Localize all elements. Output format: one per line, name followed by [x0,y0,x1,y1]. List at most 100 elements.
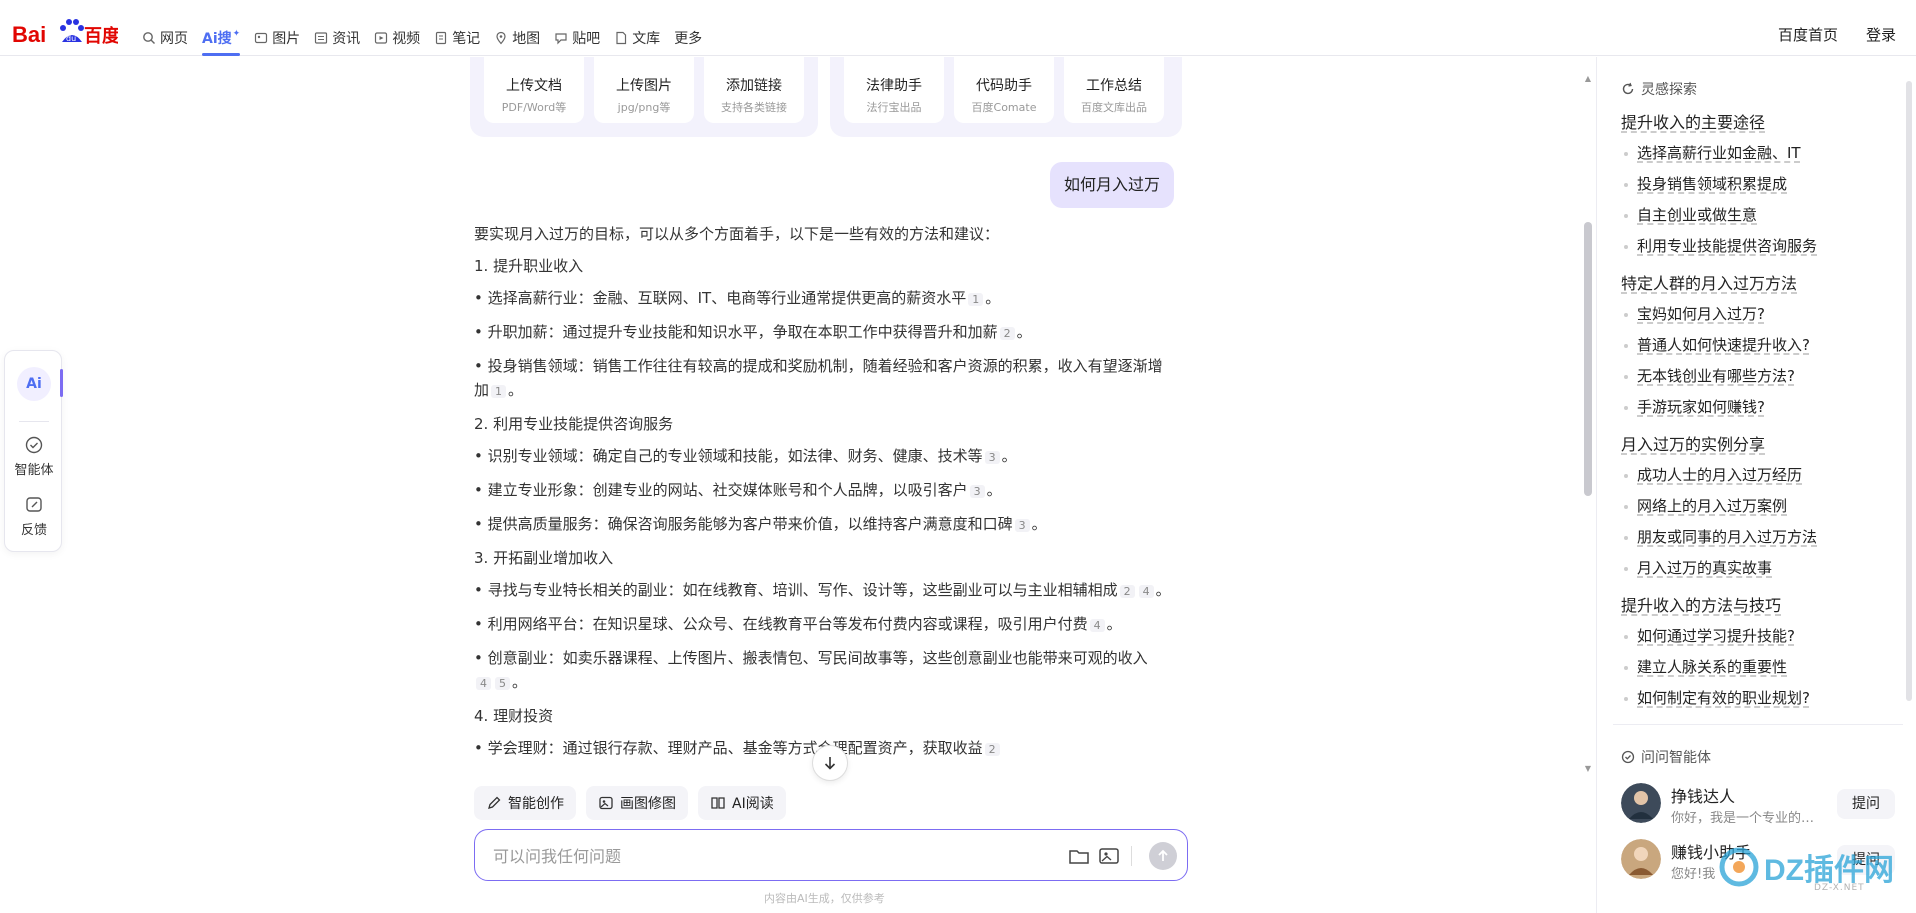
citation-badge[interactable]: 2 [1119,585,1135,598]
answer-bullet: • 寻找与专业特长相关的副业：如在线教育、培训、写作、设计等，这些副业可以与主业… [474,578,1174,604]
explore-title: 灵感探索 [1621,79,1697,99]
tab-label: 网页 [160,31,188,47]
citation-badge[interactable]: 3 [969,485,985,498]
tab-images[interactable]: 图片 [254,18,300,58]
citation-badge[interactable]: 4 [1138,585,1154,598]
card-subtitle: 支持各类链接 [721,101,787,114]
bullet-text: • 升职加薪：通过提升专业技能和知识水平，争取在本职工作中获得晋升和加薪 [474,323,998,341]
agent-button[interactable]: 智能体 [5,435,63,478]
item-label: 无本钱创业有哪些方法? [1637,367,1795,385]
tab-web[interactable]: 网页 [142,18,188,58]
home-link[interactable]: 百度首页 [1778,24,1838,45]
login-link[interactable]: 登录 [1866,24,1896,45]
list-item[interactable]: 月入过万的真实故事 [1621,553,1897,584]
answer-bullet: • 升职加薪：通过提升专业技能和知识水平，争取在本职工作中获得晋升和加薪 2。 [474,320,1174,346]
scroll-to-bottom-button[interactable] [812,745,848,781]
tab-news[interactable]: 资讯 [314,18,360,58]
panel-scrollbar[interactable] [1906,81,1912,701]
bullet-text: • 投身销售领域：销售工作往往有较高的提成和奖励机制，随着经验和客户资源的积累，… [474,357,1163,399]
doc-icon [616,31,627,45]
upload-document-button[interactable]: 上传文档 PDF/Word等 [484,57,584,123]
tab-ai-search[interactable]: Ai搜 ✦ [202,18,241,58]
divider [19,421,49,422]
ai-button[interactable]: Ai [17,367,51,401]
explore-group-head[interactable]: 特定人群的月入过万方法 [1621,268,1897,299]
list-item[interactable]: 网络上的月入过万案例 [1621,491,1897,522]
scrollbar-thumb[interactable] [1584,222,1592,496]
watermark: DZ插件网 DZ-X.NET [1718,845,1894,893]
list-item[interactable]: 普通人如何快速提升收入? [1621,330,1897,361]
ask-button[interactable]: 提问 [1837,789,1895,819]
smart-create-button[interactable]: 智能创作 [474,786,576,820]
tab-label: 资讯 [332,31,361,47]
citation-badge[interactable]: 3 [1014,519,1030,532]
list-item[interactable]: 手游玩家如何赚钱? [1621,392,1897,423]
list-item[interactable]: 利用专业技能提供咨询服务 [1621,231,1897,262]
explore-group-head[interactable]: 月入过万的实例分享 [1621,429,1897,460]
citation-badge[interactable]: 4 [476,677,491,690]
citation-badge[interactable]: 3 [984,451,1000,464]
top-right-links: 百度首页 登录 [1778,24,1896,45]
add-link-button[interactable]: 添加链接 支持各类链接 [704,57,804,123]
list-item[interactable]: 选择高薪行业如金融、IT [1621,138,1897,169]
list-item[interactable]: 建立人脉关系的重要性 [1621,652,1897,683]
assistant-card-group: 法律助手 法行宝出品 代码助手 百度Comate 工作总结 百度文库出品 [830,57,1182,137]
citation-badge[interactable]: 2 [984,743,1000,756]
answer-bullet: • 提供高质量服务：确保咨询服务能够为客户带来价值，以维持客户满意度和口碑 3。 [474,512,1174,538]
agent-icon [1621,750,1635,764]
citation-badge[interactable]: 4 [1089,619,1105,632]
chat-input-box [474,829,1188,881]
question-input[interactable] [493,844,993,868]
card-title: 工作总结 [1086,78,1142,94]
citation-badge[interactable]: 2 [999,327,1015,340]
scroll-down-arrow-icon[interactable]: ▼ [1584,764,1592,773]
work-summary-button[interactable]: 工作总结 百度文库出品 [1064,57,1164,123]
image-edit-button[interactable]: 画图修图 [586,786,688,820]
list-item[interactable]: 成功人士的月入过万经历 [1621,460,1897,491]
main-scrollbar[interactable]: ▲ ▼ [1584,74,1592,774]
list-item[interactable]: 朋友或同事的月入过万方法 [1621,522,1897,553]
chip-label: 画图修图 [620,796,676,812]
list-item[interactable]: 无本钱创业有哪些方法? [1621,361,1897,392]
explore-group: 月入过万的实例分享 成功人士的月入过万经历 网络上的月入过万案例 朋友或同事的月… [1621,429,1897,584]
punct: 。 [1031,515,1047,533]
citation-badge[interactable]: 5 [495,677,510,690]
send-button[interactable] [1149,842,1177,870]
list-item[interactable]: 投身销售领域积累提成 [1621,169,1897,200]
baidu-logo[interactable]: Bai du 百度 [12,14,118,50]
list-item[interactable]: 如何制定有效的职业规划? [1621,683,1897,714]
section-heading: 1. 提升职业收入 [474,257,584,275]
explore-group-head[interactable]: 提升收入的主要途径 [1621,107,1897,138]
list-item[interactable]: 自主创业或做生意 [1621,200,1897,231]
list-item[interactable]: 宝妈如何月入过万? [1621,299,1897,330]
dz-logo-icon [1719,847,1759,887]
citation-badge[interactable]: 1 [491,385,507,398]
ai-reading-button[interactable]: AI阅读 [698,786,786,820]
tab-wenku[interactable]: 文库 [614,18,660,58]
tab-map[interactable]: 地图 [494,18,540,58]
image-upload-icon[interactable] [1097,844,1121,868]
list-item[interactable]: 如何通过学习提升技能? [1621,621,1897,652]
tab-label: 笔记 [452,31,481,47]
tab-label: 地图 [512,31,541,47]
feedback-icon [26,497,42,512]
tab-video[interactable]: 视频 [374,18,420,58]
tab-more[interactable]: 更多 [674,18,702,58]
legal-assistant-button[interactable]: 法律助手 法行宝出品 [844,57,944,123]
section-heading: 3. 开拓副业增加收入 [474,549,614,567]
video-icon [375,32,388,44]
upload-image-button[interactable]: 上传图片 jpg/png等 [594,57,694,123]
explore-group-head[interactable]: 提升收入的方法与技巧 [1621,590,1897,621]
folder-icon[interactable] [1067,844,1091,868]
citation-badge[interactable]: 1 [968,293,984,306]
scroll-up-arrow-icon[interactable]: ▲ [1584,74,1592,83]
bullet-text: • 创意副业：如卖乐器课程、上传图片、搬表情包、写民间故事等，这些创意副业也能带… [474,649,1148,667]
tab-tieba[interactable]: 贴吧 [554,18,600,58]
punct: 。 [508,381,524,399]
agent-card[interactable]: 挣钱达人 你好，我是一个专业的… 提问 [1621,783,1901,831]
feedback-button[interactable]: 反馈 [5,495,63,538]
arrow-down-icon [824,757,836,770]
tab-label: Ai搜 [202,31,232,47]
tab-notes[interactable]: 笔记 [434,18,480,58]
code-assistant-button[interactable]: 代码助手 百度Comate [954,57,1054,123]
